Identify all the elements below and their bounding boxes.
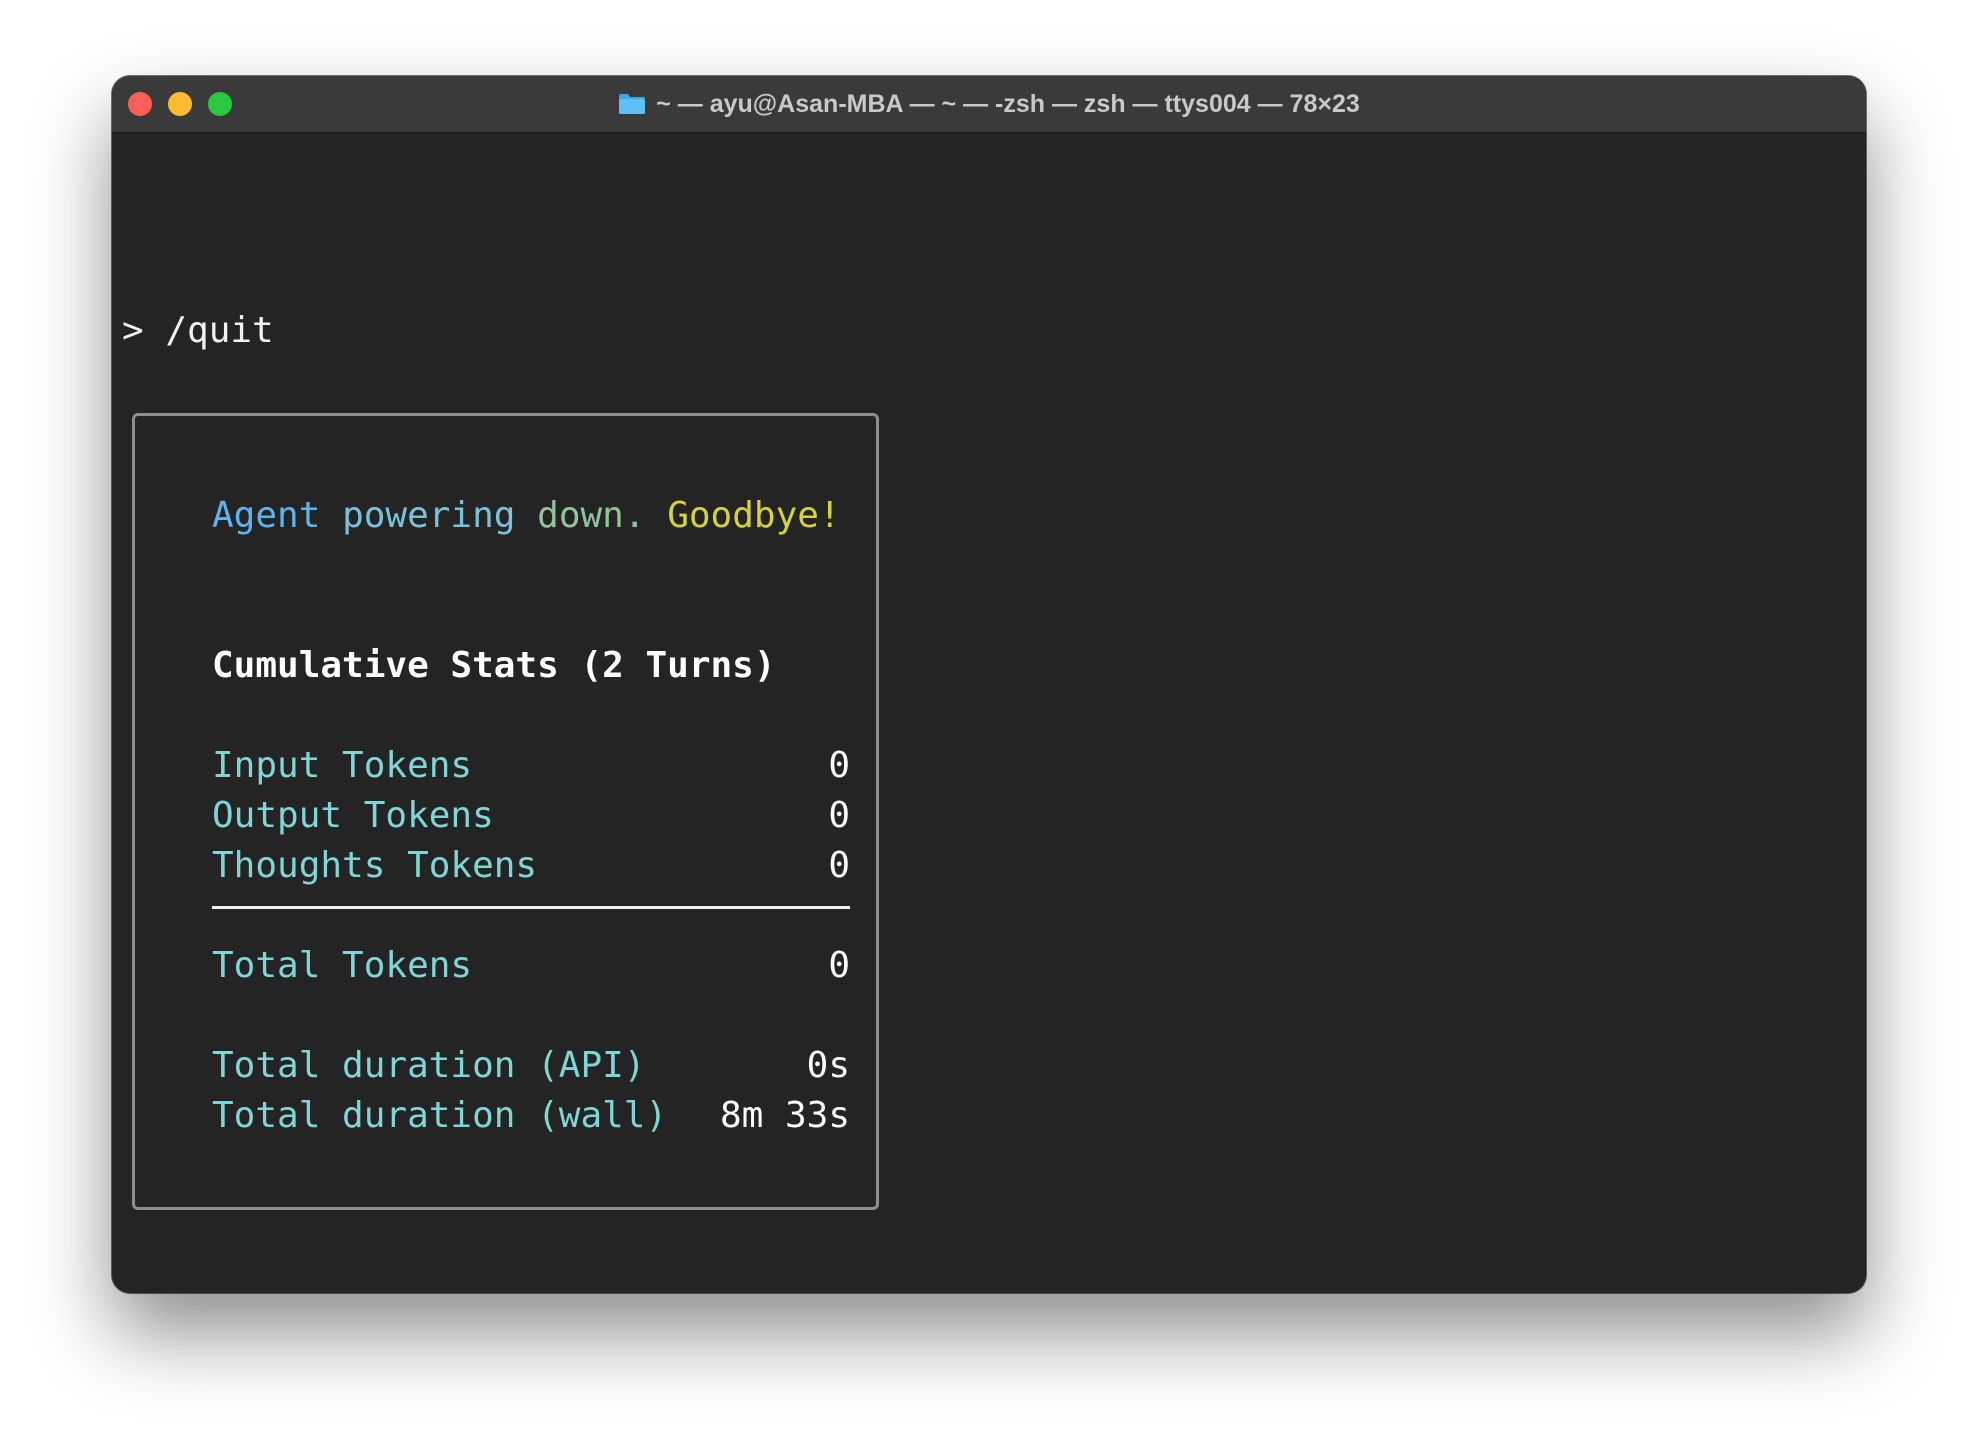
goodbye-word-down: down.: [537, 495, 646, 536]
goodbye-word-agent: Agent: [212, 495, 321, 536]
stat-value: 0s: [806, 1045, 850, 1086]
window-title: ~ — ayu@Asan-MBA — ~ — -zsh — zsh — ttys…: [656, 89, 1360, 118]
folder-icon: [619, 94, 646, 114]
stat-value: 0: [828, 745, 850, 786]
goodbye-message: Agent powering down. Goodbye!: [212, 494, 850, 538]
stat-value: 0: [828, 795, 850, 836]
stat-label: Total duration (wall): [212, 1095, 668, 1136]
stat-label: Thoughts Tokens: [212, 845, 538, 886]
goodbye-word-goodbye: Goodbye!: [667, 495, 841, 536]
stats-panel: Agent powering down. Goodbye! Cumulative…: [132, 413, 879, 1210]
stat-row-duration-wall: Total duration (wall) 8m 33s: [212, 1094, 850, 1138]
stat-value: 8m 33s: [719, 1095, 850, 1136]
stats-title: Cumulative Stats (2 Turns): [212, 645, 776, 686]
window-title-wrap: ~ — ayu@Asan-MBA — ~ — -zsh — zsh — ttys…: [112, 76, 1866, 132]
stat-label: Output Tokens: [212, 795, 494, 836]
stat-row-output-tokens: Output Tokens 0: [212, 794, 850, 838]
command-prompt: > /quit: [122, 310, 274, 351]
stat-label: Total duration (API): [212, 1045, 646, 1086]
title-bar: ~ — ayu@Asan-MBA — ~ — -zsh — zsh — ttys…: [112, 76, 1866, 133]
stat-row-duration-api: Total duration (API) 0s: [212, 1044, 850, 1088]
stat-label: Total Tokens: [212, 945, 473, 986]
stat-row-thoughts-tokens: Thoughts Tokens 0: [212, 844, 850, 888]
stat-value: 0: [828, 945, 850, 986]
stat-label: Input Tokens: [212, 745, 473, 786]
stat-row-input-tokens: Input Tokens 0: [212, 744, 850, 788]
terminal-content[interactable]: > /quit Agent powering down. Goodbye! Cu…: [112, 133, 1866, 1293]
stat-value: 0: [828, 845, 850, 886]
goodbye-word-powering: powering: [342, 495, 516, 536]
stat-row-total-tokens: Total Tokens 0: [212, 944, 850, 988]
divider: [212, 906, 850, 909]
terminal-window: ~ — ayu@Asan-MBA — ~ — -zsh — zsh — ttys…: [112, 76, 1866, 1293]
